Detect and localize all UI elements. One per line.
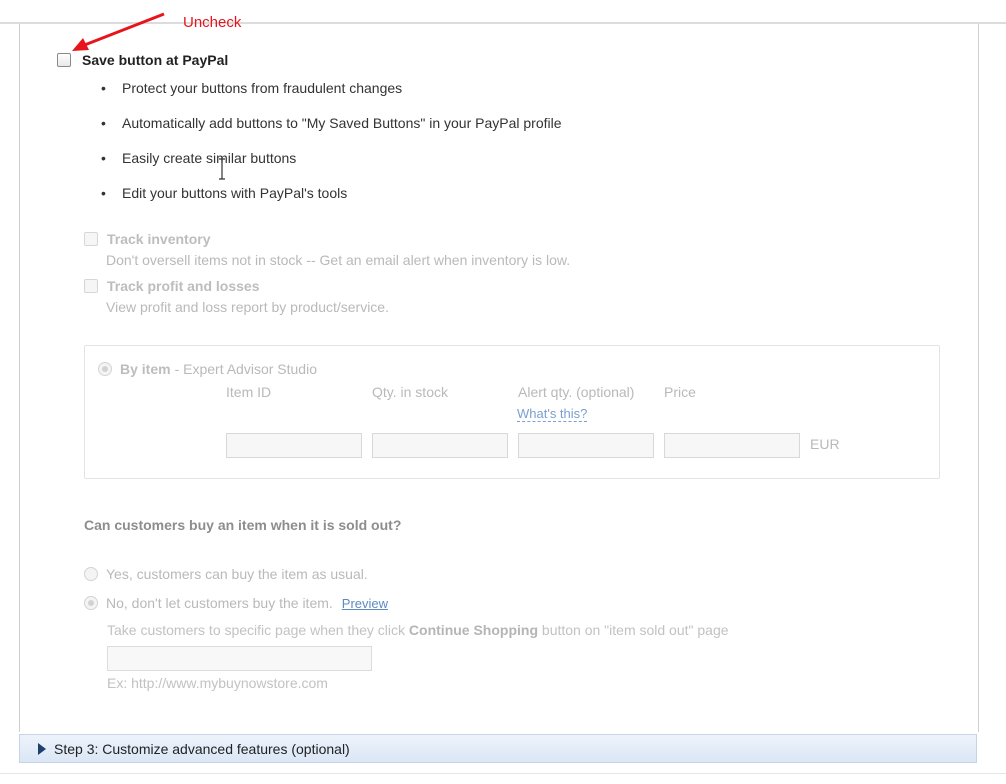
sold-out-question: Can customers buy an item when it is sol… — [84, 517, 402, 533]
sold-out-url-input[interactable] — [107, 646, 372, 671]
column-price: Price — [664, 384, 696, 400]
preview-link[interactable]: Preview — [342, 596, 388, 611]
track-inventory-description: Don't oversell items not in stock -- Get… — [106, 252, 571, 268]
track-profit-description: View profit and loss report by product/s… — [106, 299, 389, 315]
by-item-product-name: - Expert Advisor Studio — [174, 361, 317, 377]
track-inventory-option[interactable]: Track inventory — [84, 231, 211, 247]
step3-label: Step 3: Customize advanced features (opt… — [54, 740, 350, 757]
item-id-input[interactable] — [226, 433, 362, 458]
track-inventory-checkbox[interactable] — [84, 232, 98, 246]
divider — [0, 773, 1006, 774]
sold-out-yes-label: Yes, customers can buy the item as usual… — [106, 566, 368, 582]
track-profit-option[interactable]: Track profit and losses — [84, 278, 260, 294]
list-item: Easily create similar buttons — [101, 145, 562, 180]
instruction-bold: Continue Shopping — [408, 622, 539, 638]
save-button-label: Save button at PayPal — [82, 52, 229, 68]
save-benefits-list: Protect your buttons from fraudulent cha… — [101, 75, 562, 215]
step3-header[interactable]: Step 3: Customize advanced features (opt… — [19, 734, 977, 763]
column-alert-qty: Alert qty. (optional) — [518, 384, 635, 400]
sold-out-no-option[interactable]: No, don't let customers buy the item. Pr… — [84, 595, 388, 611]
sold-out-no-label: No, don't let customers buy the item. — [106, 595, 333, 611]
by-item-radio[interactable] — [98, 362, 112, 376]
url-example: Ex: http://www.mybuynowstore.com — [107, 675, 328, 691]
price-input[interactable] — [664, 433, 800, 458]
whats-this-link[interactable]: What's this? — [517, 406, 588, 422]
instruction-prefix: Take customers to specific page when the… — [107, 622, 406, 638]
column-item-id: Item ID — [226, 384, 272, 400]
by-item-label: By item — [120, 361, 171, 377]
sold-out-yes-radio[interactable] — [84, 567, 98, 581]
expand-triangle-icon — [38, 742, 46, 755]
list-item: Automatically add buttons to "My Saved B… — [101, 110, 562, 145]
track-profit-checkbox[interactable] — [84, 279, 98, 293]
annotation-uncheck-label: Uncheck — [183, 14, 242, 31]
list-item: Protect your buttons from fraudulent cha… — [101, 75, 562, 110]
save-button-checkbox[interactable] — [57, 53, 71, 67]
currency-label: EUR — [810, 436, 840, 452]
column-qty-in-stock: Qty. in stock — [372, 384, 448, 400]
sold-out-yes-option[interactable]: Yes, customers can buy the item as usual… — [84, 566, 368, 582]
list-item: Edit your buttons with PayPal's tools — [101, 180, 562, 215]
track-profit-title: Track profit and losses — [107, 278, 260, 294]
qty-in-stock-input[interactable] — [372, 433, 508, 458]
continue-shopping-instruction: Take customers to specific page when the… — [107, 622, 729, 638]
annotation-arrow-icon — [72, 12, 165, 51]
sold-out-no-radio[interactable] — [84, 596, 98, 610]
alert-qty-input[interactable] — [518, 433, 654, 458]
by-item-option[interactable]: By item - Expert Advisor Studio — [98, 361, 317, 377]
track-inventory-title: Track inventory — [107, 231, 211, 247]
save-button-option[interactable]: Save button at PayPal — [57, 52, 228, 68]
text-cursor-icon — [219, 158, 225, 180]
instruction-suffix: button on "item sold out" page — [541, 622, 729, 638]
